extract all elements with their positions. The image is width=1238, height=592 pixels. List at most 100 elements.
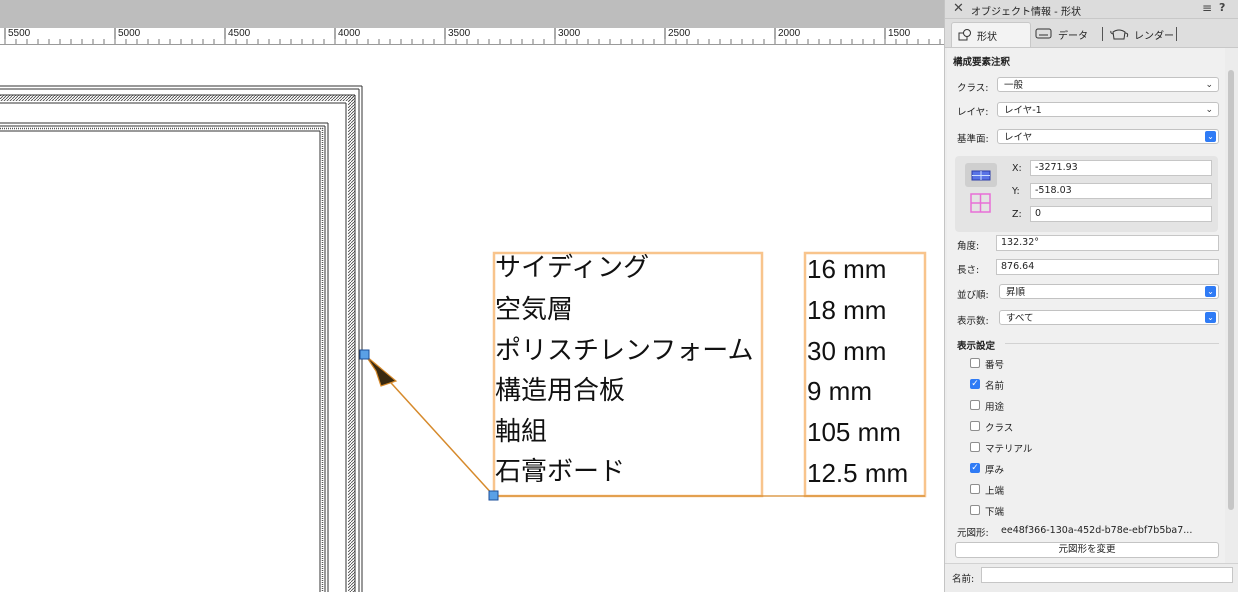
wall-outline — [0, 85, 363, 592]
ruler-label: 5500 — [8, 28, 31, 39]
angle-label: 角度: — [957, 241, 980, 252]
checkbox-class[interactable] — [970, 421, 980, 431]
horizontal-ruler[interactable]: 5500 5000 4500 4000 3500 3000 2500 2000 … — [0, 28, 944, 45]
count-label: 表示数: — [957, 316, 989, 327]
tab-divider — [1176, 27, 1177, 41]
name-label: 名前: — [952, 574, 975, 585]
view-bar — [0, 0, 944, 28]
ruler-label: 3000 — [558, 28, 581, 39]
chevron-down-icon: ⌄ — [1205, 105, 1213, 115]
layer-thickness: 16 mm — [807, 254, 887, 284]
z-field[interactable]: 0 — [1030, 206, 1212, 222]
ruler-label: 2500 — [668, 28, 691, 39]
siding-hatch — [0, 95, 354, 101]
class-label: クラス: — [957, 83, 989, 94]
plan-view-icon[interactable] — [965, 163, 997, 187]
ruler-label: 4500 — [228, 28, 251, 39]
y-label: Y: — [1012, 186, 1020, 197]
checkbox-top[interactable] — [970, 484, 980, 494]
class-select[interactable]: 一般 ⌄ — [997, 77, 1219, 92]
tab-data[interactable]: データ — [1029, 22, 1094, 46]
layer-select[interactable]: レイヤ-1 ⌄ — [997, 102, 1219, 117]
layer-name: 石膏ボード — [495, 456, 626, 486]
order-label: 並び順: — [957, 290, 989, 301]
tab-label: 形状 — [977, 31, 997, 43]
length-field[interactable]: 876.64 — [996, 259, 1219, 275]
plane-select[interactable]: レイヤ ⌄ — [997, 129, 1219, 144]
ruler-label: 3500 — [448, 28, 471, 39]
render-teapot-icon — [1110, 29, 1129, 39]
checkbox-bottom[interactable] — [970, 505, 980, 515]
checkbox-label: 厚み — [985, 465, 1005, 476]
shape-icon — [958, 29, 971, 41]
count-value: すべて — [1006, 313, 1034, 324]
checkbox-number[interactable] — [970, 358, 980, 368]
tab-render[interactable]: レンダー — [1103, 22, 1180, 46]
layer-thickness: 18 mm — [807, 295, 887, 325]
palette-titlebar[interactable]: ✕ オブジェクト情報 - 形状 ≡ ? — [945, 0, 1238, 19]
layer-thickness: 9 mm — [807, 376, 872, 406]
object-info-palette: ✕ オブジェクト情報 - 形状 ≡ ? 形状 データ レンダー 構成要素注釈 ク… — [944, 0, 1238, 592]
x-field[interactable]: -3271.93 — [1030, 160, 1212, 176]
tab-label: データ — [1058, 30, 1088, 42]
ruler-label: 1500 — [888, 28, 911, 39]
change-source-button[interactable]: 元図形を変更 — [955, 542, 1219, 558]
checkbox-label: 上端 — [985, 486, 1005, 497]
chevron-down-icon: ⌄ — [1205, 80, 1213, 90]
source-label: 元図形: — [957, 528, 989, 539]
order-value: 昇順 — [1006, 287, 1026, 298]
help-icon[interactable]: ? — [1219, 1, 1225, 14]
chevron-updown-icon: ⌄ — [1205, 312, 1216, 323]
tab-label: レンダー — [1134, 30, 1174, 42]
layer-name: 軸組 — [495, 416, 548, 446]
ruler-ticks — [4, 28, 941, 44]
z-label: Z: — [1012, 209, 1022, 220]
drawing-canvas[interactable]: 5500 5000 4500 4000 3500 3000 2500 2000 … — [0, 0, 944, 592]
palette-tabs: 形状 データ レンダー — [945, 19, 1238, 48]
tab-shape[interactable]: 形状 — [951, 22, 1031, 47]
divider — [1005, 343, 1219, 344]
plane-label: 基準面: — [957, 134, 989, 145]
layer-thickness: 12.5 mm — [807, 458, 909, 488]
checkbox-material[interactable] — [970, 442, 980, 452]
selection-handle — [359, 349, 370, 360]
leader-arrow — [365, 355, 398, 387]
selection-handle — [488, 490, 499, 501]
layer-thickness: 30 mm — [807, 336, 887, 366]
source-value: ee48f366-130a-452d-b78e-ebf7b5ba7... — [1001, 525, 1193, 536]
ruler-label: 4000 — [338, 28, 361, 39]
grid-position-icon[interactable] — [965, 191, 997, 215]
layer-value: レイヤ-1 — [1004, 105, 1042, 116]
siding-hatch-vertical — [348, 95, 355, 592]
order-select[interactable]: 昇順 ⌄ — [999, 284, 1219, 299]
checkbox-name[interactable]: ✓ — [970, 379, 980, 389]
checkbox-label: マテリアル — [985, 444, 1033, 455]
palette-title: オブジェクト情報 - 形状 — [971, 7, 1081, 18]
menu-icon[interactable]: ≡ — [1202, 1, 1212, 15]
scrollbar[interactable] — [1228, 70, 1234, 510]
layer-thickness: 105 mm — [807, 417, 901, 447]
checkbox-label: 番号 — [985, 360, 1005, 371]
y-field[interactable]: -518.03 — [1030, 183, 1212, 199]
checkbox-label: 下端 — [985, 507, 1005, 518]
close-icon[interactable]: ✕ — [953, 1, 964, 17]
checkbox-usage[interactable] — [970, 400, 980, 410]
plane-value: レイヤ — [1004, 132, 1033, 143]
x-label: X: — [1012, 163, 1022, 174]
class-value: 一般 — [1004, 80, 1024, 91]
ruler-label: 2000 — [778, 28, 801, 39]
layer-name: 空気層 — [495, 294, 574, 324]
wall-section-drawing[interactable] — [0, 45, 944, 592]
layer-name: 構造用合板 — [495, 375, 626, 405]
angle-field[interactable]: 132.32° — [996, 235, 1219, 251]
checkbox-label: クラス — [985, 423, 1014, 434]
checkbox-thickness[interactable]: ✓ — [970, 463, 980, 473]
chevron-updown-icon: ⌄ — [1205, 286, 1216, 297]
name-field[interactable] — [981, 567, 1233, 583]
display-settings-heading: 表示設定 — [957, 341, 996, 352]
object-type: 構成要素注釈 — [953, 57, 1011, 68]
length-label: 長さ: — [957, 265, 980, 276]
checkbox-label: 用途 — [985, 402, 1005, 413]
count-select[interactable]: すべて ⌄ — [999, 310, 1219, 325]
layer-name: サイディング — [495, 252, 650, 282]
